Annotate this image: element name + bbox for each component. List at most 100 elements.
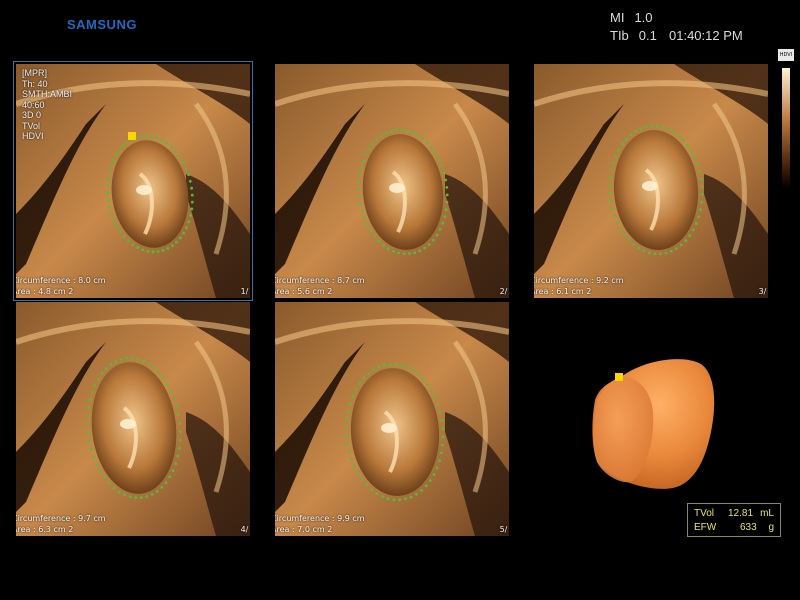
contour-dot	[150, 135, 154, 139]
contour-dot	[130, 356, 134, 360]
acquisition-info: [MPR] Th: 40 SMTH:AMBI 40:60 3D 0 TVol H…	[22, 68, 72, 142]
tib-label: TIb	[610, 28, 629, 43]
contour-dot	[425, 141, 429, 145]
contour-dot	[409, 495, 413, 499]
contour-dot	[613, 214, 617, 218]
tvol-unit: mL	[760, 508, 774, 519]
contour-dot	[388, 362, 392, 366]
contour-dot	[345, 433, 349, 437]
contour-dot	[609, 176, 612, 180]
mpr-slice-1[interactable]: [MPR] Th: 40 SMTH:AMBI 40:60 3D 0 TVol H…	[13, 61, 253, 301]
brain-structure	[389, 183, 405, 193]
info-line: [MPR]	[22, 68, 48, 78]
tvol-value: 12.81	[728, 508, 754, 519]
contour-dot	[617, 148, 621, 152]
area-label: Area : 7.0 cm 2	[275, 525, 333, 534]
contour-dot	[642, 249, 646, 253]
contour-dot	[131, 243, 135, 247]
contour-dot	[162, 376, 165, 380]
contour-dot	[386, 497, 390, 501]
contour-dot	[398, 498, 402, 502]
volume-marker[interactable]	[615, 373, 623, 381]
contour-dot	[122, 144, 125, 148]
contour-dot	[178, 421, 182, 425]
contour-dot	[445, 186, 449, 189]
circumference-label: Circumference : 9.7 cm	[16, 514, 106, 523]
contour-dot	[416, 372, 420, 376]
contour-dot	[187, 173, 190, 176]
contour-dot	[666, 127, 670, 131]
slice-marker[interactable]	[128, 132, 136, 140]
contour-dot	[444, 178, 448, 182]
contour-dot	[620, 142, 624, 146]
contour-dot	[86, 431, 90, 435]
contour-dot	[441, 443, 444, 447]
contour-dot	[361, 159, 365, 163]
contour-dot	[123, 493, 126, 497]
contour-dot	[185, 226, 188, 230]
contour-dot	[688, 234, 692, 238]
contour-dot	[442, 171, 446, 175]
contour-dot	[135, 136, 139, 140]
contour-dot	[165, 142, 169, 145]
contour-dot	[348, 450, 351, 453]
mpr-slice-3[interactable]: Circumference : 9.2 cm Area : 6.1 cm 2 3…	[534, 64, 768, 298]
contour-dot	[436, 403, 440, 407]
contour-dot	[139, 496, 143, 499]
contour-dot	[681, 138, 685, 142]
contour-dot	[152, 366, 156, 370]
contour-dot	[351, 394, 355, 398]
slice-index: 5/ 5	[499, 525, 509, 534]
info-line: 3D 0	[22, 110, 42, 120]
contour-dot	[176, 454, 180, 458]
contour-dot	[359, 166, 363, 169]
contour-dot	[169, 390, 173, 393]
contour-dot	[420, 489, 423, 492]
info-line: SMTH:AMBI	[22, 89, 73, 99]
slice-index: 2/ 5	[499, 287, 509, 296]
contour-dot	[614, 155, 618, 158]
contour-dot	[171, 469, 175, 472]
contour-dot	[190, 186, 194, 190]
contour-dot	[441, 221, 445, 225]
contour-dot	[438, 228, 442, 231]
contour-dot	[188, 179, 192, 183]
contour-dot	[677, 134, 680, 137]
contour-dot	[431, 238, 435, 242]
contour-dot	[432, 473, 436, 476]
contour-dot	[392, 498, 396, 502]
contour-dot	[629, 133, 633, 137]
contour-dot	[661, 125, 664, 129]
contour-dot	[424, 484, 428, 488]
contour-dot	[96, 377, 100, 381]
contour-dot	[119, 358, 123, 361]
contour-dot	[659, 252, 662, 256]
circumference-label: Circumference : 9.9 cm	[275, 514, 365, 523]
contour-dot	[118, 148, 122, 152]
contour-dot	[699, 208, 702, 212]
contour-dot	[190, 200, 194, 204]
contour-dot	[684, 239, 688, 243]
contour-dot	[380, 134, 383, 138]
contour-dot	[92, 455, 96, 459]
tib-readout: TIb 0.1	[610, 28, 657, 43]
mpr-slice-5[interactable]: Circumference : 9.9 cm Area : 7.0 cm 2 5…	[275, 302, 509, 536]
contour-dot	[157, 371, 161, 375]
contour-dot	[364, 153, 368, 156]
contour-dot	[377, 365, 381, 369]
contour-dot	[384, 131, 388, 135]
mpr-slice-2[interactable]: Circumference : 8.7 cm Area : 5.6 cm 2 2…	[275, 64, 509, 298]
contour-dot	[608, 184, 612, 187]
mpr-slice-4[interactable]: Circumference : 9.7 cm Area : 6.3 cm 2 4…	[16, 302, 250, 536]
circumference-label: Circumference : 9.2 cm	[534, 276, 624, 285]
contour-dot	[418, 249, 422, 253]
tib-value: 0.1	[638, 28, 657, 43]
contour-dot	[155, 490, 159, 493]
contour-dot	[691, 228, 695, 232]
contour-dot	[99, 470, 102, 473]
contour-dot	[611, 207, 614, 210]
contour-dot	[679, 243, 683, 247]
contour-dot	[634, 130, 637, 133]
hdvi-badge: HDVI	[778, 49, 794, 61]
contour-dot	[430, 146, 433, 150]
